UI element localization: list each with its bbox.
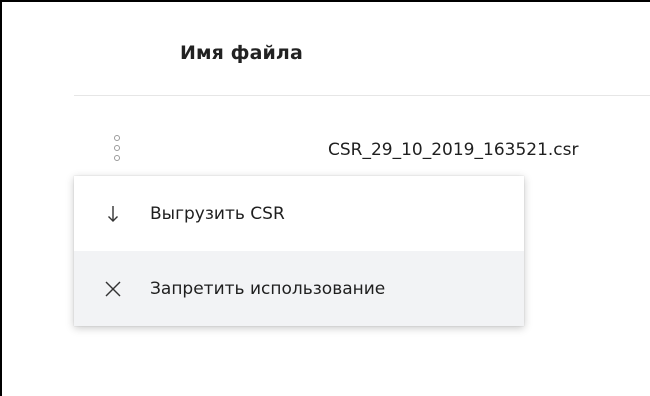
close-icon [105,281,121,296]
menu-item-export-csr[interactable]: Выгрузить CSR [74,176,524,251]
arrow-down-icon [108,205,118,222]
row-context-menu: Выгрузить CSR Запретить использование [74,176,524,326]
window-border-left [0,0,2,396]
row-actions-kebab-icon[interactable] [112,133,122,167]
kebab-dot [114,145,120,151]
menu-item-forbid-usage[interactable]: Запретить использование [74,251,524,326]
menu-item-label: Запретить использование [150,278,386,299]
table-row-filename: CSR_29_10_2019_163521.csr [328,140,579,160]
window-border-top [0,0,650,2]
kebab-dot [114,155,120,161]
column-header-filename[interactable]: Имя файла [180,42,303,64]
header-divider [74,95,650,96]
menu-item-label: Выгрузить CSR [150,203,285,224]
kebab-dot [114,135,120,141]
